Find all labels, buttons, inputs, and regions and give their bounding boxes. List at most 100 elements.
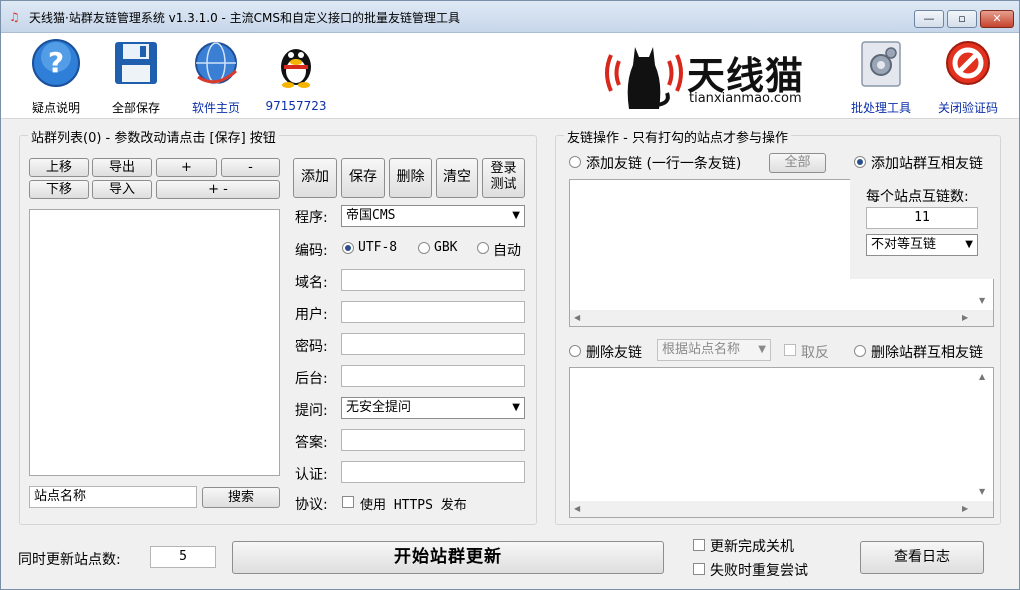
add-button[interactable]: 添加 [293, 158, 337, 198]
dropdown-arrow-icon: ▼ [965, 239, 973, 250]
homepage-link[interactable]: 软件主页 [181, 37, 251, 116]
per-site-count-input[interactable]: 11 [866, 207, 978, 229]
delete-by-select[interactable]: 根据站点名称 ▼ [657, 339, 771, 361]
delete-link-radio[interactable] [569, 345, 581, 357]
user-input[interactable] [341, 301, 525, 323]
answer-input[interactable] [341, 429, 525, 451]
shutdown-label: 更新完成关机 [710, 539, 794, 555]
scroll-right-icon: ▶ [962, 313, 969, 322]
move-down-button[interactable]: 下移 [29, 180, 89, 199]
domain-input[interactable] [341, 269, 525, 291]
password-label: 密码: [295, 339, 328, 355]
add-link-hscrollbar[interactable]: ◀ ▶ [570, 310, 993, 326]
batch-tool-icon [861, 41, 901, 87]
add-link-label: 添加友链 (一行一条友链) [586, 156, 742, 172]
link-operations-title: 友链操作 - 只有打勾的站点才参与操作 [564, 127, 791, 146]
dropdown-arrow-icon: ▼ [758, 344, 766, 355]
retry-label: 失败时重复尝试 [710, 563, 808, 579]
program-label: 程序: [295, 210, 328, 226]
password-input[interactable] [341, 333, 525, 355]
question-label: 提问: [295, 403, 328, 419]
scroll-up-icon: ▲ [979, 372, 986, 381]
maximize-button[interactable]: ▫ [947, 10, 977, 28]
view-log-button[interactable]: 查看日志 [860, 541, 984, 574]
encoding-gbk-label: GBK [434, 240, 458, 255]
login-test-button[interactable]: 登录 测试 [482, 158, 525, 198]
link-operations-group: 友链操作 - 只有打勾的站点才参与操作 添加友链 (一行一条友链) 全部 添加站… [555, 127, 1001, 525]
delete-button[interactable]: 删除 [389, 158, 432, 198]
disable-captcha-label: 关闭验证码 [937, 101, 998, 115]
homepage-label: 软件主页 [191, 101, 240, 115]
stop-icon [946, 41, 990, 85]
clear-button[interactable]: 清空 [436, 158, 478, 198]
invert-label: 取反 [801, 345, 829, 361]
close-button[interactable]: ✕ [980, 10, 1014, 28]
backend-label: 后台: [295, 371, 328, 387]
search-button[interactable]: 搜索 [202, 487, 280, 508]
program-select[interactable]: 帝国CMS ▼ [341, 205, 525, 227]
all-button[interactable]: 全部 [769, 153, 826, 173]
logo-url: tianxianmao.com [689, 91, 802, 106]
scroll-right-icon: ▶ [962, 504, 969, 513]
site-list[interactable] [29, 209, 280, 476]
encoding-label: 编码: [295, 243, 328, 259]
disable-captcha-button[interactable]: 关闭验证码 [931, 37, 1005, 116]
add-link-radio[interactable] [569, 156, 581, 168]
help-button[interactable]: ? 疑点说明 [21, 37, 91, 116]
backend-input[interactable] [341, 365, 525, 387]
site-search-input[interactable]: 站点名称 [29, 486, 197, 508]
encoding-auto-label: 自动 [493, 243, 521, 259]
cat-antenna-logo-icon [605, 47, 683, 109]
add-mutual-link-label: 添加站群互相友链 [871, 156, 983, 172]
concurrent-count-input[interactable]: 5 [150, 546, 216, 568]
delete-mutual-link-radio[interactable] [854, 345, 866, 357]
encoding-auto-radio[interactable] [477, 242, 489, 254]
start-update-button[interactable]: 开始站群更新 [232, 541, 664, 574]
encoding-gbk-radio[interactable] [418, 242, 430, 254]
batch-tool-button[interactable]: 批处理工具 [844, 37, 918, 116]
auth-input[interactable] [341, 461, 525, 483]
minimize-button[interactable]: — [914, 10, 944, 28]
scroll-left-icon: ◀ [574, 313, 581, 322]
retry-checkbox[interactable] [693, 563, 705, 575]
mutual-link-settings: 每个站点互链数: 11 不对等互链 ▼ [850, 179, 994, 279]
save-button[interactable]: 保存 [341, 158, 385, 198]
answer-label: 答案: [295, 435, 328, 451]
encoding-utf8-radio[interactable] [342, 242, 354, 254]
move-up-button[interactable]: 上移 [29, 158, 89, 177]
window-title: 天线猫·站群友链管理系统 v1.3.1.0 - 主流CMS和自定义接口的批量友链… [29, 11, 461, 25]
https-label: 使用 HTTPS 发布 [360, 498, 467, 513]
domain-label: 域名: [295, 275, 328, 291]
remove-site-button[interactable]: - [221, 158, 280, 177]
import-button[interactable]: 导入 [92, 180, 152, 199]
title-bar: ♫ 天线猫·站群友链管理系统 v1.3.1.0 - 主流CMS和自定义接口的批量… [1, 1, 1019, 33]
delete-link-hscrollbar[interactable]: ◀ ▶ [570, 501, 993, 517]
invert-checkbox[interactable] [784, 344, 796, 356]
add-mutual-link-radio[interactable] [854, 156, 866, 168]
per-site-label: 每个站点互链数: [866, 189, 969, 205]
app-icon: ♫ [9, 10, 20, 24]
export-button[interactable]: 导出 [92, 158, 152, 177]
qq-penguin-icon [281, 49, 311, 88]
scroll-down-icon: ▼ [979, 487, 986, 496]
toggle-all-button[interactable]: + - [156, 180, 280, 199]
toolbar: ? 疑点说明 全部保存 软件主页 97157723 天线猫 tianxianma… [1, 33, 1019, 119]
mutual-mode-select[interactable]: 不对等互链 ▼ [866, 234, 978, 256]
auth-label: 认证: [295, 467, 328, 483]
concurrent-label: 同时更新站点数: [18, 552, 121, 568]
save-all-button[interactable]: 全部保存 [101, 37, 171, 116]
app-window: ♫ 天线猫·站群友链管理系统 v1.3.1.0 - 主流CMS和自定义接口的批量… [0, 0, 1020, 590]
batch-tool-label: 批处理工具 [850, 101, 911, 115]
shutdown-checkbox[interactable] [693, 539, 705, 551]
https-checkbox[interactable] [342, 496, 354, 508]
globe-icon [195, 42, 238, 84]
qq-label: 97157723 [265, 99, 327, 113]
qq-contact-link[interactable]: 97157723 [261, 37, 331, 113]
user-label: 用户: [295, 307, 328, 323]
security-question-select[interactable]: 无安全提问 ▼ [341, 397, 525, 419]
scroll-down-icon: ▼ [979, 296, 986, 305]
help-icon: ? [32, 39, 80, 87]
add-site-button[interactable]: + [156, 158, 217, 177]
delete-link-textarea[interactable]: ▲ ▼ ◀ ▶ [569, 367, 994, 518]
save-all-label: 全部保存 [111, 101, 160, 115]
